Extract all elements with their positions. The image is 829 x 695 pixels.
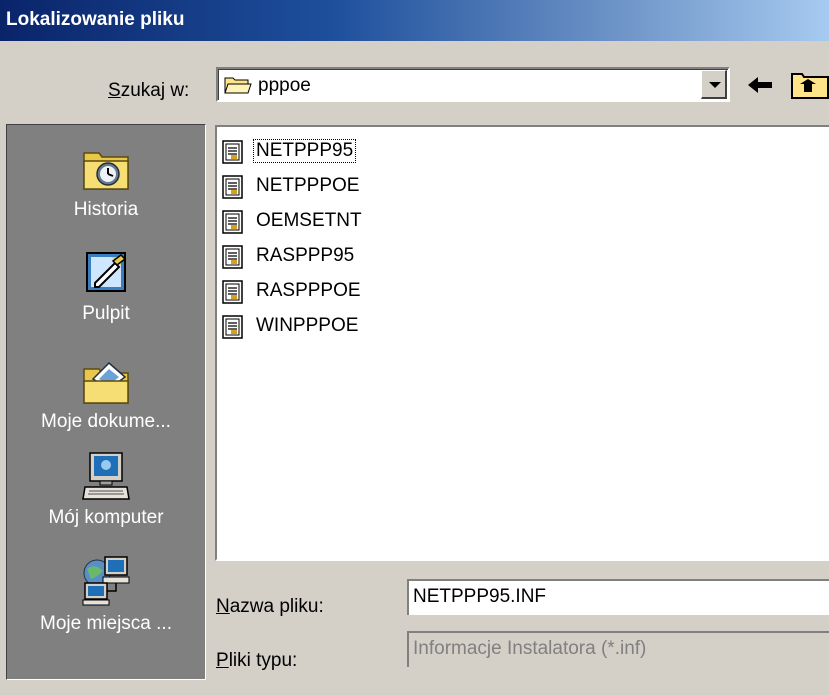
file-name: RASPPPOE [256, 280, 361, 301]
file-name: WINPPPOE [256, 315, 359, 336]
open-folder-icon [224, 77, 252, 94]
inf-file-icon [222, 210, 243, 234]
place-my-computer[interactable]: Mój komputer [7, 451, 205, 529]
my-computer-icon [82, 452, 130, 500]
inf-file-icon [222, 315, 243, 339]
place-network-label: Moje miejsca ... [40, 613, 172, 634]
filetype-value: Informacje Instalatora (*.inf) [413, 638, 647, 659]
chevron-down-icon [709, 82, 721, 88]
place-my-documents[interactable]: Moje dokume... [7, 359, 205, 433]
window-title: Lokalizowanie pliku [6, 9, 185, 30]
look-in-value: pppoe [258, 75, 311, 96]
filetype-select[interactable]: Informacje Instalatora (*.inf) [407, 631, 829, 667]
up-folder-icon[interactable] [790, 68, 829, 100]
my-documents-icon [83, 361, 129, 404]
desktop-icon [86, 252, 127, 292]
filetype-label: Pliki typu: [216, 650, 298, 671]
inf-file-icon [222, 140, 243, 164]
title-bar[interactable]: Lokalizowanie pliku [0, 0, 829, 42]
inf-file-icon [222, 175, 243, 199]
file-name: NETPPP95 [252, 139, 357, 163]
look-in-combobox[interactable]: pppoe [216, 67, 730, 102]
filename-input[interactable]: NETPPP95.INF [407, 579, 829, 615]
filename-value: NETPPP95.INF [413, 586, 547, 607]
place-desktop-label: Pulpit [82, 303, 130, 324]
file-name: OEMSETNT [256, 210, 362, 231]
place-history-label: Historia [73, 199, 139, 220]
filename-label: Nazwa pliku: [216, 596, 324, 617]
inf-file-icon [222, 245, 243, 269]
look-in-label: Szukaj w: [108, 80, 190, 101]
place-desktop[interactable]: Pulpit [7, 249, 205, 325]
places-bar: Historia Pulpit Moje dokume... Mój kompu… [6, 124, 206, 680]
look-in-dropdown-button[interactable] [701, 70, 727, 99]
place-network[interactable]: Moje miejsca ... [7, 555, 205, 635]
place-history[interactable]: Historia [7, 141, 205, 221]
place-my-documents-label: Moje dokume... [41, 411, 171, 432]
file-name: NETPPPOE [256, 175, 360, 196]
history-icon [83, 152, 129, 190]
file-name: RASPPP95 [256, 245, 355, 266]
network-places-icon [82, 556, 130, 606]
back-arrow-icon[interactable] [744, 72, 778, 98]
file-list[interactable]: NETPPP95 NETPPPOE OEMSETNT RASPPP95 RASP… [215, 125, 829, 561]
inf-file-icon [222, 280, 243, 304]
place-my-computer-label: Mój komputer [48, 507, 164, 528]
